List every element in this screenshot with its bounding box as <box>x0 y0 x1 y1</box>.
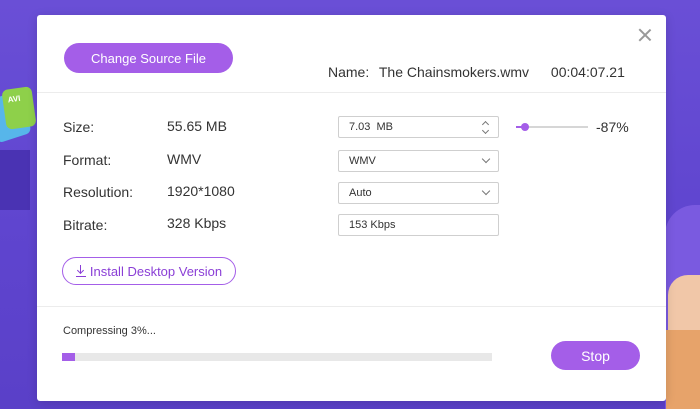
bitrate-input[interactable] <box>349 219 459 231</box>
file-info: Name: The Chainsmokers.wmv 00:04:07.21 <box>328 64 625 82</box>
background-avi-icon: AVI <box>1 86 37 130</box>
install-label: Install Desktop Version <box>89 263 223 279</box>
format-value: WMV <box>167 151 202 167</box>
compress-dialog: Change Source File Name: The Chainsmoker… <box>37 15 666 401</box>
divider <box>37 306 666 307</box>
name-label: Name: <box>328 64 370 80</box>
progress-fill <box>62 353 75 361</box>
size-value: 55.65 MB <box>167 118 227 134</box>
file-duration: 00:04:07.21 <box>550 64 625 80</box>
resolution-label: Resolution: <box>63 184 134 200</box>
close-icon[interactable] <box>638 28 652 42</box>
size-label: Size: <box>63 119 95 135</box>
install-desktop-version-button[interactable]: Install Desktop Version <box>62 257 236 285</box>
compress-status: Compressing 3%... <box>63 325 156 337</box>
background-shape <box>0 150 30 210</box>
download-icon <box>75 265 86 277</box>
format-selected: WMV <box>349 155 376 167</box>
progress-bar <box>62 353 492 361</box>
stepper-icon[interactable] <box>481 120 491 135</box>
size-input[interactable] <box>349 121 459 133</box>
change-source-file-button[interactable]: Change Source File <box>64 43 233 73</box>
resolution-select[interactable]: Auto <box>338 182 499 204</box>
resolution-value: 1920*1080 <box>167 183 235 199</box>
file-name: The Chainsmokers.wmv <box>378 64 530 80</box>
chevron-down-icon <box>481 186 491 196</box>
slider-thumb[interactable] <box>521 123 530 131</box>
compression-percent: -87% <box>596 119 629 135</box>
size-stepper[interactable] <box>338 116 499 138</box>
chevron-down-icon <box>481 154 491 164</box>
resolution-selected: Auto <box>349 187 372 199</box>
divider <box>37 92 666 93</box>
bitrate-label: Bitrate: <box>63 217 108 233</box>
bitrate-value: 328 Kbps <box>167 215 227 231</box>
stop-button[interactable]: Stop <box>551 341 640 370</box>
format-select[interactable]: WMV <box>338 150 499 172</box>
size-slider[interactable] <box>516 123 588 131</box>
background-figure-leg <box>666 330 700 409</box>
bitrate-field[interactable] <box>338 214 499 236</box>
format-label: Format: <box>63 152 112 168</box>
